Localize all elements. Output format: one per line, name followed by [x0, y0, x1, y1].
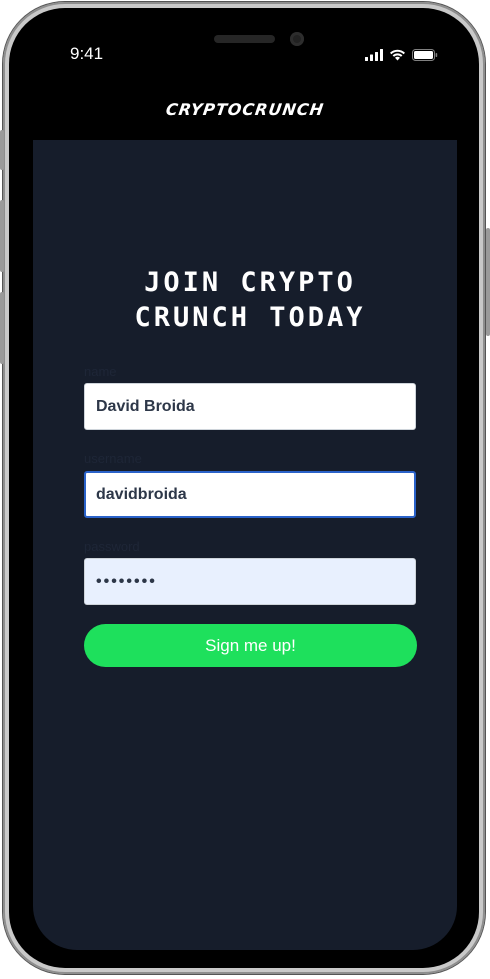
name-label: name: [84, 364, 117, 379]
earpiece-speaker: [214, 35, 275, 43]
status-time: 9:41: [70, 44, 104, 63]
page-title-line-2: CRUNCH TODAY: [134, 302, 366, 333]
volume-up-button: [0, 200, 4, 272]
mute-switch: [0, 130, 4, 170]
battery-icon: [412, 49, 438, 61]
cellular-signal-icon: [365, 49, 383, 61]
page-title: JOIN CRYPTO CRUNCH TODAY: [85, 265, 415, 335]
sign-up-button[interactable]: Sign me up!: [84, 624, 417, 667]
password-field[interactable]: [84, 558, 416, 605]
password-label: password: [84, 539, 140, 554]
username-label: username: [84, 451, 142, 466]
front-camera: [290, 32, 304, 46]
wifi-icon: [390, 49, 405, 61]
page-title-line-1: JOIN CRYPTO: [144, 267, 356, 298]
brand-logo: CRYPTOCRUNCH: [164, 100, 326, 119]
name-field[interactable]: [84, 383, 416, 430]
status-icons: [365, 47, 438, 63]
power-button: [486, 228, 490, 336]
volume-down-button: [0, 292, 4, 364]
username-field[interactable]: [84, 471, 416, 518]
